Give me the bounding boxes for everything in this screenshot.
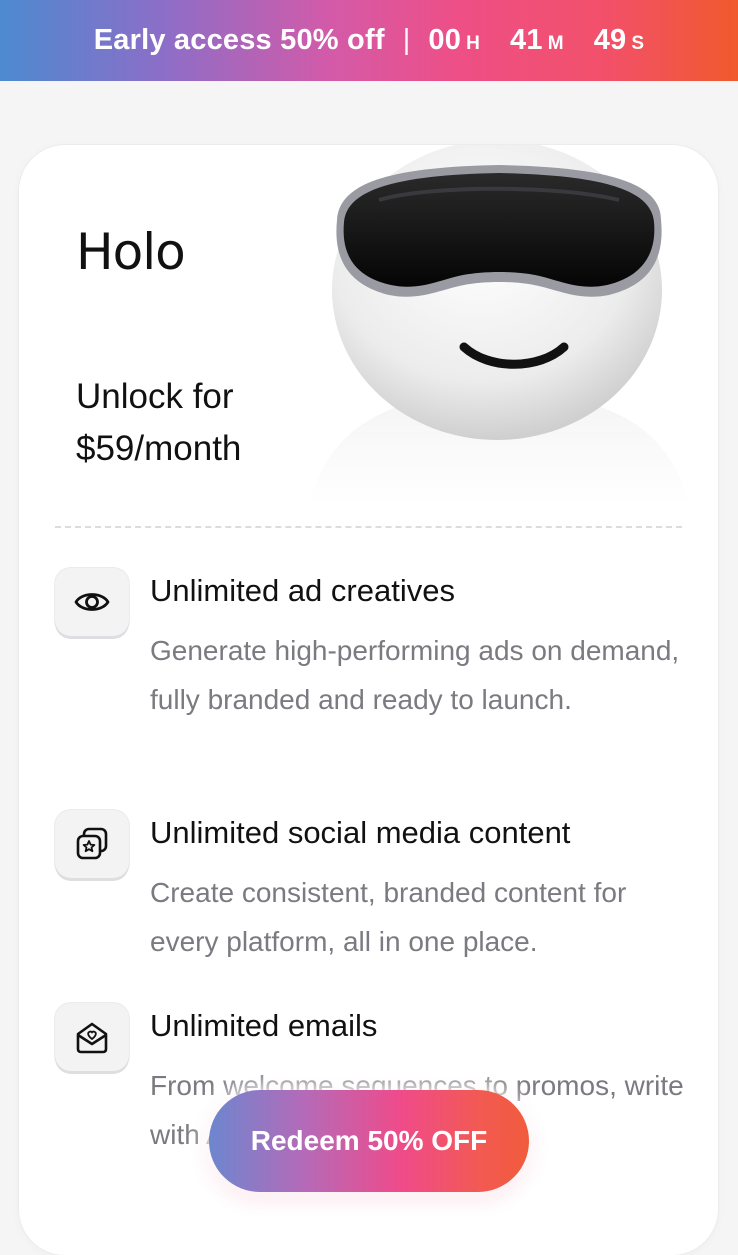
feature-title: Unlimited social media content xyxy=(150,815,571,850)
countdown-minutes: 41 M xyxy=(510,24,564,57)
countdown-hours-unit: H xyxy=(466,33,481,54)
countdown-seconds: 49 S xyxy=(594,24,645,57)
countdown-hours: 00 H xyxy=(428,24,480,57)
feature-title: Unlimited ad creatives xyxy=(150,573,455,608)
pricing-card: Holo Unlock for $59/month Unlimited ad c… xyxy=(19,145,718,1255)
price-line-2: $59/month xyxy=(76,429,242,468)
social-stack-icon xyxy=(55,810,129,878)
dashed-divider xyxy=(55,526,682,528)
countdown-seconds-unit: S xyxy=(631,33,645,54)
feature-description: Create consistent, branded content for e… xyxy=(150,877,627,957)
feature-description: Generate high-performing ads on demand, … xyxy=(150,635,680,715)
promo-text: Early access 50% off xyxy=(93,24,385,56)
price-line-1: Unlock for xyxy=(76,377,234,416)
countdown-hours-value: 00 xyxy=(428,24,462,56)
email-heart-icon xyxy=(55,1003,129,1071)
promo-banner: Early access 50% off | 00 H 41 M 49 S xyxy=(0,0,738,81)
countdown-minutes-unit: M xyxy=(547,33,564,54)
holo-logo: Holo xyxy=(76,223,186,281)
countdown-seconds-value: 49 xyxy=(593,24,627,56)
countdown-minutes-value: 41 xyxy=(510,24,543,56)
feature-title: Unlimited emails xyxy=(150,1008,378,1043)
price-text: Unlock for $59/month xyxy=(76,371,316,475)
vr-mascot-image xyxy=(309,145,689,505)
banner-separator: | xyxy=(402,24,411,56)
redeem-button[interactable]: Redeem 50% OFF xyxy=(209,1090,529,1192)
eye-icon xyxy=(55,568,129,636)
